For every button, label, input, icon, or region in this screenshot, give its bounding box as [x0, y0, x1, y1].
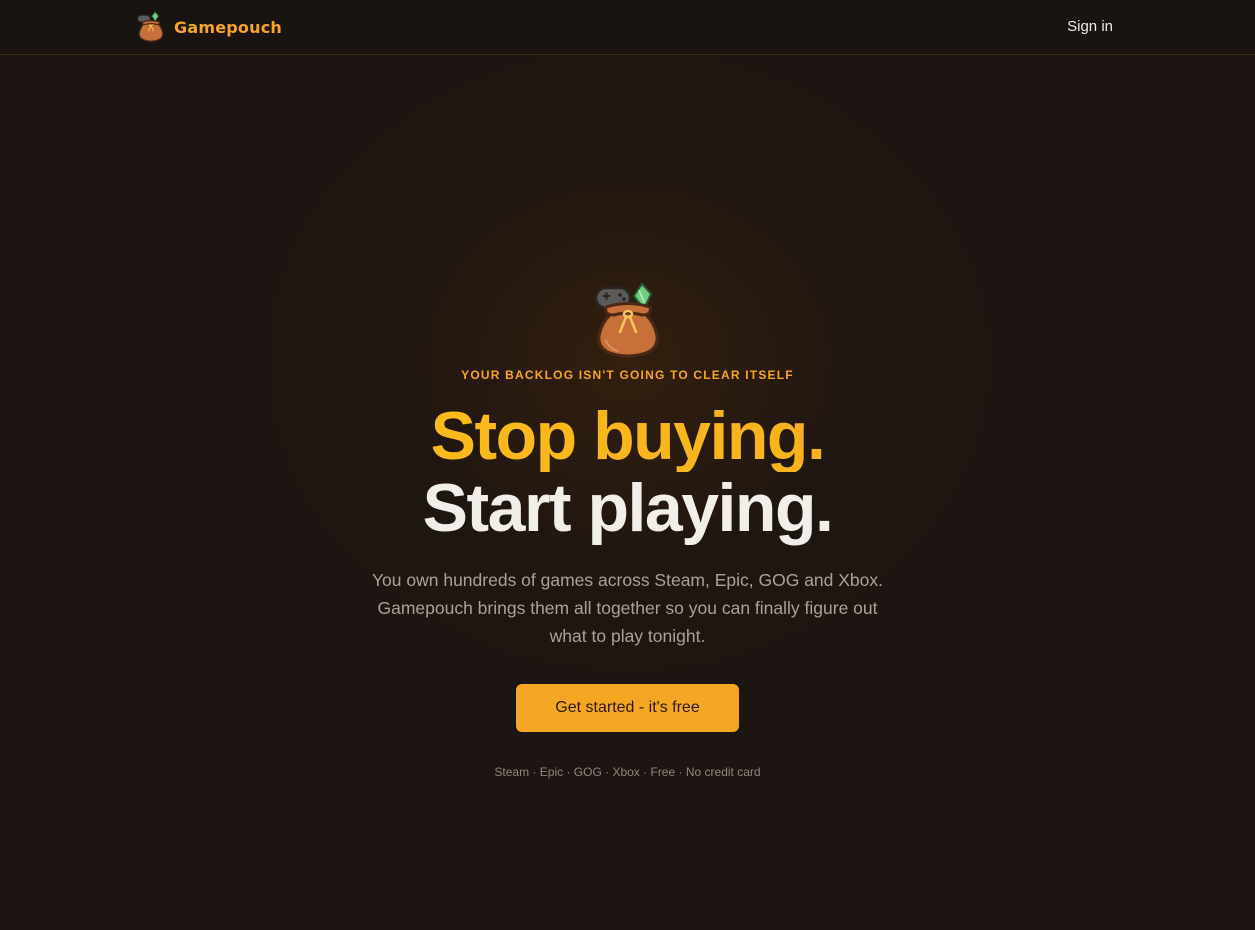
pouch-logo-icon: [594, 282, 659, 358]
no-credit-card-label: No credit card: [685, 765, 761, 779]
hero-section: YOUR BACKLOG ISN'T GOING TO CLEAR ITSELF…: [0, 282, 1255, 779]
supported-platforms: Steam · Epic · GOG · Xbox: [494, 765, 640, 779]
headline-line-2: Start playing.: [422, 470, 834, 546]
footnote-separator: ·: [678, 765, 683, 779]
hero-eyebrow: YOUR BACKLOG ISN'T GOING TO CLEAR ITSELF: [461, 368, 794, 382]
landing-page: Gamepouch Sign in YOUR BACKLOG ISN'T GOI…: [0, 0, 1255, 930]
brand-name: Gamepouch: [174, 17, 282, 37]
hero-subtitle: You own hundreds of games across Steam, …: [371, 570, 884, 646]
free-label: Free: [650, 765, 676, 779]
brand-link[interactable]: Gamepouch: [136, 11, 282, 43]
footnote-separator: ·: [643, 765, 648, 779]
sign-in-link[interactable]: Sign in: [1067, 18, 1113, 35]
top-navbar: Gamepouch Sign in: [0, 0, 1255, 55]
get-started-button[interactable]: Get started - it's free: [516, 684, 739, 732]
hero-footnote: Steam · Epic · GOG · Xbox · Free · No cr…: [0, 765, 1255, 779]
pouch-logo-icon: [137, 11, 164, 42]
hero-headline: Stop buying. Start playing.: [0, 400, 1255, 544]
headline-line-1: Stop buying.: [0, 400, 1255, 472]
